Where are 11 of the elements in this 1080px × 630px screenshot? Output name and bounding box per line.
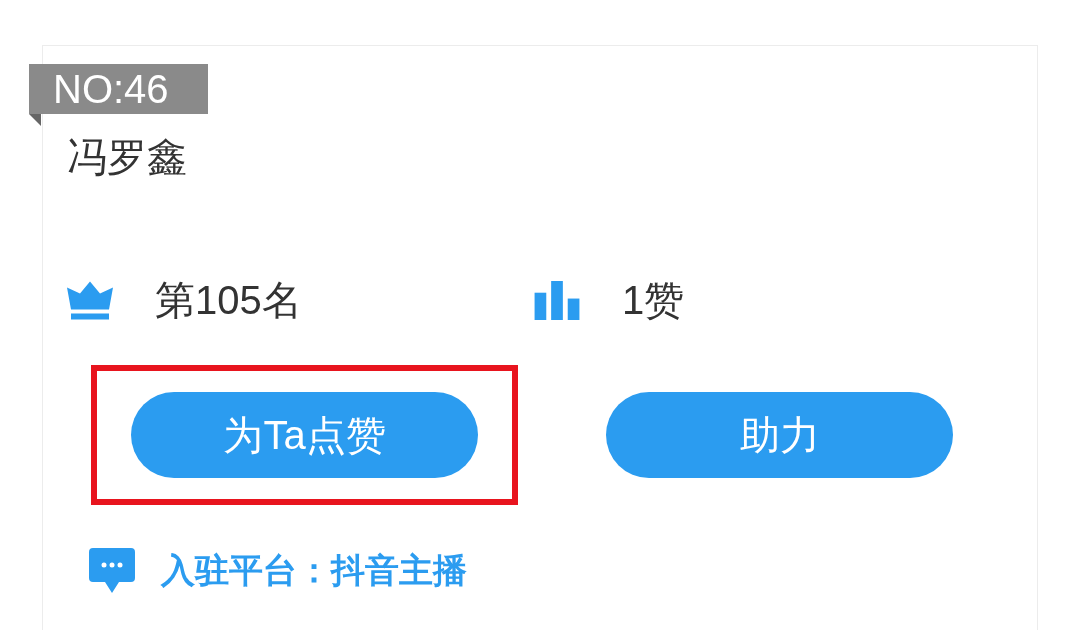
- action-button[interactable]: 助力: [606, 392, 953, 478]
- message-icon: [89, 548, 135, 594]
- stat-text: 1赞: [622, 277, 685, 324]
- action-button[interactable]: 为Ta点赞: [131, 392, 478, 478]
- crown-icon: [67, 280, 113, 320]
- bar-chart-icon: [534, 280, 580, 320]
- platform-text: 入驻平台：抖音主播: [161, 549, 467, 592]
- person-name: 冯罗鑫: [67, 133, 187, 181]
- rank-badge: NO:46: [29, 64, 208, 114]
- stat-text: 第105名: [155, 277, 302, 324]
- ribbon-fold: [29, 114, 41, 126]
